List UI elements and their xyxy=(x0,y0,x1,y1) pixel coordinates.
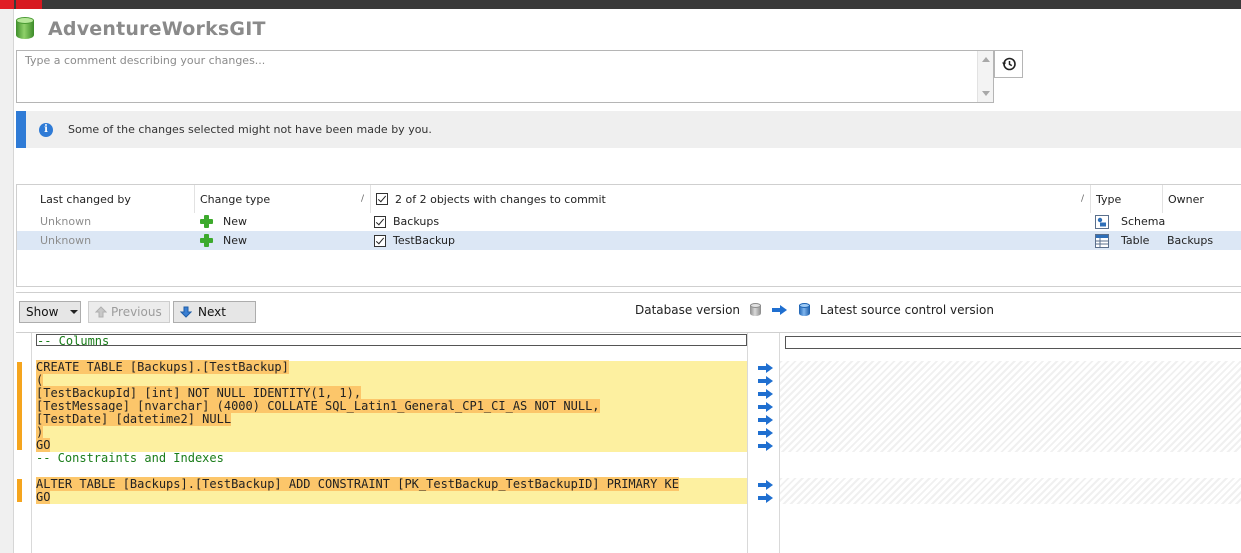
arrow-right-icon[interactable] xyxy=(758,376,774,386)
history-icon xyxy=(1001,57,1016,71)
next-button[interactable]: Next xyxy=(173,301,256,323)
change-marker xyxy=(17,479,22,502)
cell-last-changed-by: Unknown xyxy=(40,234,92,247)
col-header-objects[interactable]: 2 of 2 objects with changes to commit / xyxy=(371,185,1091,213)
schema-icon xyxy=(1095,214,1109,229)
info-icon: i xyxy=(39,122,53,137)
new-plus-icon xyxy=(200,215,213,228)
row-checkbox[interactable] xyxy=(374,234,386,247)
app-tab-red xyxy=(16,0,42,9)
table-row[interactable]: Unknown New Backups Schema xyxy=(17,212,1241,231)
left-edge-strip xyxy=(0,0,14,553)
arrow-right-icon[interactable] xyxy=(758,389,774,399)
left-code-pane[interactable]: -- Columns CREATE TABLE [Backups].[TestB… xyxy=(36,333,747,553)
arrow-up-icon xyxy=(95,306,107,318)
sort-icon: / xyxy=(1080,194,1084,204)
missing-lines-placeholder xyxy=(780,478,1241,504)
arrow-right-icon[interactable] xyxy=(758,441,774,451)
scroll-down-icon[interactable] xyxy=(982,91,990,96)
arrow-right-icon[interactable] xyxy=(758,428,774,438)
col-header-last-changed-by[interactable]: Last changed by xyxy=(35,185,195,213)
code-line: CREATE TABLE [Backups].[TestBackup] xyxy=(36,360,747,374)
cell-last-changed-by: Unknown xyxy=(40,215,92,228)
database-gray-icon xyxy=(750,303,762,317)
arrow-right-icon[interactable] xyxy=(758,363,774,373)
sort-icon: / xyxy=(360,194,364,204)
show-dropdown[interactable]: Show xyxy=(19,301,81,323)
source-control-version-label: Latest source control version xyxy=(820,303,994,317)
arrow-right-icon[interactable] xyxy=(758,480,774,490)
cell-object: Backups xyxy=(374,212,439,231)
grid-header: Last changed by Change type/ 2 of 2 obje… xyxy=(17,185,1241,213)
window-top-bar xyxy=(14,0,1241,9)
changes-grid: Last changed by Change type/ 2 of 2 obje… xyxy=(16,184,1241,287)
cell-owner: Backups xyxy=(1167,234,1214,247)
page-title: AdventureWorksGIT xyxy=(48,18,266,40)
arrow-down-icon xyxy=(180,306,192,318)
cell-type: Schema xyxy=(1095,212,1165,231)
select-all-checkbox[interactable] xyxy=(376,193,388,205)
cell-type: Table xyxy=(1095,231,1149,250)
missing-lines-placeholder xyxy=(780,361,1241,452)
code-line: -- Constraints and Indexes xyxy=(36,451,224,465)
code-line: ALTER TABLE [Backups].[TestBackup] ADD C… xyxy=(36,477,747,491)
context-line-box xyxy=(785,336,1241,349)
cell-change-type: New xyxy=(200,231,247,250)
table-row[interactable]: Unknown New TestBackup Table Backups xyxy=(17,231,1241,250)
right-code-pane[interactable] xyxy=(780,333,1241,553)
scroll-up-icon[interactable] xyxy=(982,57,990,62)
change-marker-gutter xyxy=(16,333,32,553)
header: AdventureWorksGIT xyxy=(16,12,266,46)
diff-toolbar: Show Previous Next Database version Late… xyxy=(16,292,1241,332)
col-header-change-type[interactable]: Change type / xyxy=(195,185,371,213)
code-line: ) xyxy=(36,425,747,439)
code-line: GO xyxy=(36,490,747,504)
info-text: Some of the changes selected might not h… xyxy=(68,123,432,136)
diff-view: -- Columns CREATE TABLE [Backups].[TestB… xyxy=(16,332,1241,553)
database-version-label: Database version xyxy=(635,303,741,317)
col-header-owner[interactable]: Owner xyxy=(1163,185,1241,213)
code-line: [TestDate] [datetime2] NULL xyxy=(36,412,747,426)
cell-object: TestBackup xyxy=(374,231,455,250)
info-banner: i Some of the changes selected might not… xyxy=(16,111,1241,148)
database-green-icon xyxy=(16,17,34,41)
cell-change-type: New xyxy=(200,212,247,231)
col-header-type[interactable]: Type xyxy=(1091,185,1163,213)
code-line: -- Columns xyxy=(36,334,747,348)
previous-button[interactable]: Previous xyxy=(88,301,170,323)
arrow-right-icon xyxy=(772,305,788,315)
table-icon xyxy=(1095,233,1109,248)
history-button[interactable] xyxy=(994,50,1023,78)
chevron-down-icon xyxy=(70,310,79,314)
change-marker xyxy=(17,362,22,450)
comment-scrollbar[interactable] xyxy=(977,51,993,102)
version-legend: Database version Latest source control v… xyxy=(635,303,994,317)
app-logo-red xyxy=(0,0,14,9)
comment-input[interactable] xyxy=(17,51,977,102)
arrow-right-icon[interactable] xyxy=(758,493,774,503)
row-checkbox[interactable] xyxy=(374,215,386,228)
arrow-right-icon[interactable] xyxy=(758,402,774,412)
database-blue-icon xyxy=(799,303,811,317)
merge-arrow-column xyxy=(747,333,780,553)
arrow-right-icon[interactable] xyxy=(758,415,774,425)
comment-box xyxy=(16,50,994,103)
new-plus-icon xyxy=(200,234,213,247)
